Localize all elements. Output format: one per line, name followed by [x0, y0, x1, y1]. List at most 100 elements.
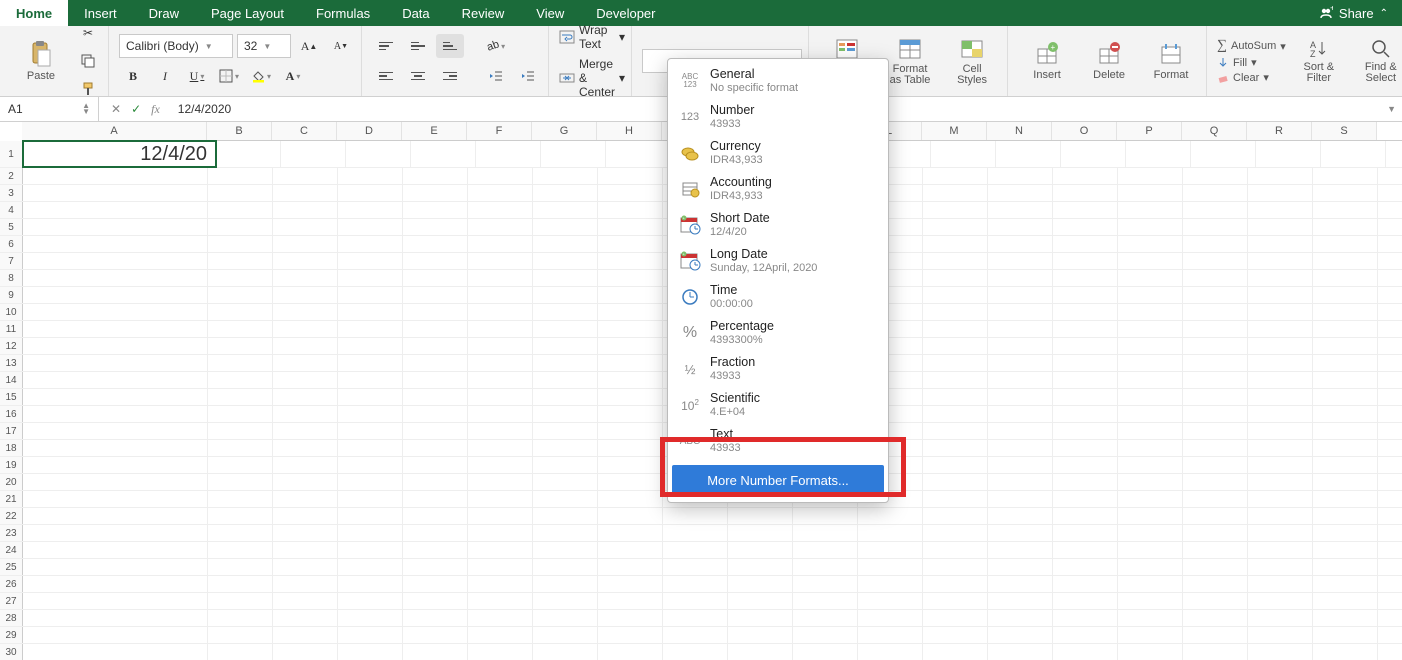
cell[interactable]	[208, 202, 273, 218]
row-header[interactable]: 10	[0, 304, 23, 320]
cell[interactable]	[1248, 168, 1313, 184]
cell[interactable]	[1118, 372, 1183, 388]
cell[interactable]	[533, 559, 598, 575]
cell[interactable]	[23, 219, 208, 235]
cell[interactable]	[208, 219, 273, 235]
cell[interactable]	[988, 542, 1053, 558]
column-header[interactable]: R	[1247, 122, 1312, 140]
cell[interactable]	[468, 253, 533, 269]
cell[interactable]	[338, 287, 403, 303]
cell[interactable]	[1313, 168, 1378, 184]
cell[interactable]	[1313, 236, 1378, 252]
cell[interactable]	[988, 457, 1053, 473]
fill-color-button[interactable]: ▾	[247, 64, 275, 88]
cell[interactable]	[273, 542, 338, 558]
cell[interactable]	[988, 270, 1053, 286]
format-as-table-button[interactable]: Format as Table	[881, 31, 939, 91]
cell[interactable]	[923, 525, 988, 541]
cell[interactable]	[208, 457, 273, 473]
cell[interactable]	[1248, 253, 1313, 269]
cell[interactable]	[663, 559, 728, 575]
cell[interactable]	[533, 168, 598, 184]
cell[interactable]	[403, 457, 468, 473]
cell[interactable]	[858, 525, 923, 541]
cell[interactable]	[1256, 141, 1321, 167]
cell[interactable]	[403, 270, 468, 286]
cell[interactable]	[533, 389, 598, 405]
cell[interactable]	[793, 593, 858, 609]
italic-button[interactable]: I	[151, 64, 179, 88]
cell[interactable]	[923, 270, 988, 286]
cell[interactable]	[1118, 627, 1183, 643]
cell[interactable]	[606, 141, 671, 167]
cell[interactable]	[468, 219, 533, 235]
cell[interactable]	[273, 440, 338, 456]
cell[interactable]	[988, 287, 1053, 303]
cell[interactable]	[1313, 525, 1378, 541]
number-format-option[interactable]: Time00:00:00	[668, 279, 888, 315]
cell[interactable]	[533, 525, 598, 541]
cell[interactable]	[403, 202, 468, 218]
cell[interactable]	[23, 321, 208, 337]
cell[interactable]	[468, 644, 533, 660]
cell[interactable]	[1183, 389, 1248, 405]
cell[interactable]	[598, 236, 663, 252]
cell[interactable]	[728, 559, 793, 575]
cell[interactable]	[598, 202, 663, 218]
cell[interactable]	[338, 644, 403, 660]
tab-review[interactable]: Review	[446, 0, 521, 26]
cell[interactable]	[988, 576, 1053, 592]
cell[interactable]	[23, 389, 208, 405]
row-header[interactable]: 23	[0, 525, 23, 541]
cell[interactable]	[793, 576, 858, 592]
decrease-indent-button[interactable]	[482, 64, 510, 88]
cell[interactable]	[598, 644, 663, 660]
number-format-option[interactable]: +Short Date12/4/20	[668, 207, 888, 243]
cell[interactable]	[273, 644, 338, 660]
cell[interactable]	[1053, 627, 1118, 643]
cell[interactable]	[273, 627, 338, 643]
cell[interactable]	[208, 610, 273, 626]
cell[interactable]	[1183, 644, 1248, 660]
number-format-option[interactable]: CurrencyIDR43,933	[668, 135, 888, 171]
cell[interactable]	[208, 168, 273, 184]
cell[interactable]	[273, 474, 338, 490]
cell[interactable]	[468, 168, 533, 184]
cell[interactable]	[533, 219, 598, 235]
cell[interactable]	[208, 644, 273, 660]
cell[interactable]	[281, 141, 346, 167]
find-select-button[interactable]: Find & Select	[1352, 33, 1402, 89]
cell[interactable]	[403, 321, 468, 337]
cell[interactable]	[598, 474, 663, 490]
cell[interactable]	[273, 593, 338, 609]
cell[interactable]	[598, 440, 663, 456]
format-cells-button[interactable]: Format	[1142, 36, 1200, 86]
cell[interactable]	[1313, 253, 1378, 269]
align-bottom-button[interactable]	[436, 34, 464, 58]
row-header[interactable]: 19	[0, 457, 23, 473]
cell[interactable]	[1248, 440, 1313, 456]
cell[interactable]	[728, 593, 793, 609]
cell[interactable]	[923, 185, 988, 201]
cell[interactable]	[988, 627, 1053, 643]
cell[interactable]	[1248, 321, 1313, 337]
cell[interactable]	[858, 576, 923, 592]
cell[interactable]	[1118, 168, 1183, 184]
cell[interactable]	[468, 372, 533, 388]
cell[interactable]	[923, 491, 988, 507]
cell[interactable]	[988, 406, 1053, 422]
cell[interactable]	[598, 525, 663, 541]
cell[interactable]	[468, 508, 533, 524]
cell[interactable]	[468, 593, 533, 609]
cell[interactable]	[468, 610, 533, 626]
cell[interactable]	[1053, 440, 1118, 456]
cell[interactable]	[468, 525, 533, 541]
cell[interactable]	[476, 141, 541, 167]
cell[interactable]	[338, 423, 403, 439]
column-header[interactable]: Q	[1182, 122, 1247, 140]
cell[interactable]	[403, 338, 468, 354]
cell[interactable]	[1053, 508, 1118, 524]
cell[interactable]	[208, 270, 273, 286]
cell[interactable]	[598, 491, 663, 507]
cell[interactable]	[598, 423, 663, 439]
